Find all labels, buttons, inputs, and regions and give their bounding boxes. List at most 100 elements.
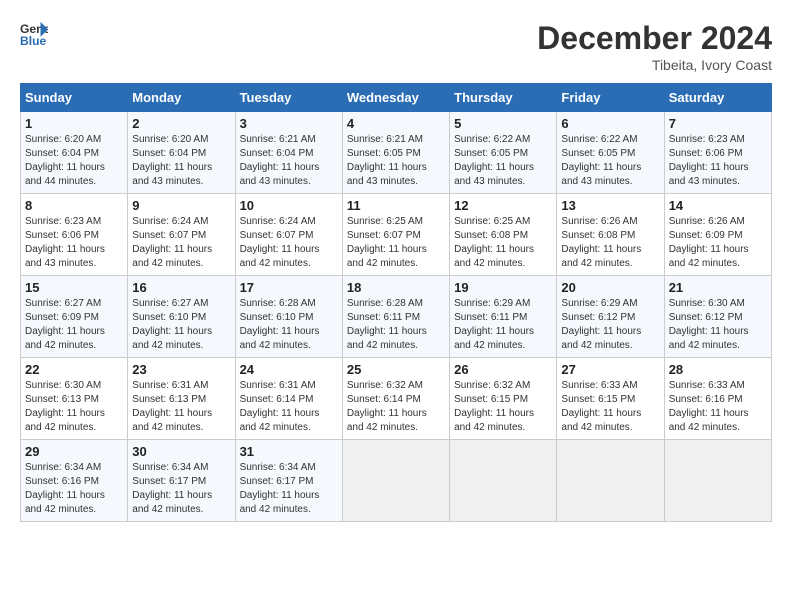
day-number: 12 [454,198,552,213]
calendar-header-cell: Tuesday [235,84,342,112]
day-number: 15 [25,280,123,295]
calendar-day-cell: 25 Sunrise: 6:32 AM Sunset: 6:14 PM Dayli… [342,358,449,440]
day-info: Sunrise: 6:34 AM Sunset: 6:17 PM Dayligh… [240,461,338,517]
day-number: 13 [561,198,659,213]
day-number: 7 [669,116,767,131]
calendar-day-cell [557,440,664,522]
calendar-day-cell: 27 Sunrise: 6:33 AM Sunset: 6:15 PM Dayli… [557,358,664,440]
day-info: Sunrise: 6:24 AM Sunset: 6:07 PM Dayligh… [240,215,338,271]
day-info: Sunrise: 6:31 AM Sunset: 6:13 PM Dayligh… [132,379,230,435]
calendar-day-cell: 13 Sunrise: 6:26 AM Sunset: 6:08 PM Dayli… [557,194,664,276]
day-info: Sunrise: 6:34 AM Sunset: 6:17 PM Dayligh… [132,461,230,517]
calendar-day-cell: 19Sunrise: 6:29 AM Sunset: 6:11 PM Dayli… [450,276,557,358]
calendar-week-row: 29Sunrise: 6:34 AM Sunset: 6:16 PM Dayli… [21,440,772,522]
day-info: Sunrise: 6:32 AM Sunset: 6:15 PM Dayligh… [454,379,552,435]
calendar-day-cell: 18Sunrise: 6:28 AM Sunset: 6:11 PM Dayli… [342,276,449,358]
calendar-day-cell: 15 Sunrise: 6:27 AM Sunset: 6:09 PM Dayli… [21,276,128,358]
day-info: Sunrise: 6:32 AM Sunset: 6:14 PM Dayligh… [347,379,445,435]
calendar-header-cell: Sunday [21,84,128,112]
calendar-day-cell: 5 Sunrise: 6:22 AM Sunset: 6:05 PM Daylig… [450,112,557,194]
calendar-day-cell: 24 Sunrise: 6:31 AM Sunset: 6:14 PM Dayli… [235,358,342,440]
day-number: 27 [561,362,659,377]
calendar-header-cell: Saturday [664,84,771,112]
day-info: Sunrise: 6:22 AM Sunset: 6:05 PM Dayligh… [454,133,552,189]
day-info: Sunrise: 6:20 AM Sunset: 6:04 PM Dayligh… [132,133,230,189]
calendar-day-cell: 7Sunrise: 6:23 AM Sunset: 6:06 PM Daylig… [664,112,771,194]
calendar-day-cell [450,440,557,522]
day-info: Sunrise: 6:22 AM Sunset: 6:05 PM Dayligh… [561,133,659,189]
day-info: Sunrise: 6:23 AM Sunset: 6:06 PM Dayligh… [25,215,123,271]
calendar-day-cell [342,440,449,522]
calendar-day-cell: 1 Sunrise: 6:20 AM Sunset: 6:04 PM Daylig… [21,112,128,194]
calendar-day-cell: 23 Sunrise: 6:31 AM Sunset: 6:13 PM Dayli… [128,358,235,440]
calendar-day-cell: 16 Sunrise: 6:27 AM Sunset: 6:10 PM Dayli… [128,276,235,358]
page-header: General Blue December 2024 Tibeita, Ivor… [20,20,772,73]
location-subtitle: Tibeita, Ivory Coast [537,57,772,73]
day-number: 5 [454,116,552,131]
day-info: Sunrise: 6:30 AM Sunset: 6:13 PM Dayligh… [25,379,123,435]
logo: General Blue [20,20,48,48]
calendar-day-cell [664,440,771,522]
calendar-day-cell: 3Sunrise: 6:21 AM Sunset: 6:04 PM Daylig… [235,112,342,194]
day-info: Sunrise: 6:27 AM Sunset: 6:09 PM Dayligh… [25,297,123,353]
calendar-day-cell: 20Sunrise: 6:29 AM Sunset: 6:12 PM Dayli… [557,276,664,358]
day-number: 17 [240,280,338,295]
calendar-day-cell: 17 Sunrise: 6:28 AM Sunset: 6:10 PM Dayli… [235,276,342,358]
calendar-header-cell: Friday [557,84,664,112]
calendar-week-row: 15 Sunrise: 6:27 AM Sunset: 6:09 PM Dayli… [21,276,772,358]
calendar-day-cell: 9 Sunrise: 6:24 AM Sunset: 6:07 PM Daylig… [128,194,235,276]
day-number: 29 [25,444,123,459]
day-number: 1 [25,116,123,131]
day-number: 16 [132,280,230,295]
calendar-body: 1 Sunrise: 6:20 AM Sunset: 6:04 PM Daylig… [21,112,772,522]
day-info: Sunrise: 6:27 AM Sunset: 6:10 PM Dayligh… [132,297,230,353]
calendar-header-cell: Monday [128,84,235,112]
calendar-header-cell: Thursday [450,84,557,112]
day-number: 19 [454,280,552,295]
day-info: Sunrise: 6:28 AM Sunset: 6:11 PM Dayligh… [347,297,445,353]
calendar-day-cell: 22Sunrise: 6:30 AM Sunset: 6:13 PM Dayli… [21,358,128,440]
month-year-title: December 2024 [537,20,772,57]
day-info: Sunrise: 6:31 AM Sunset: 6:14 PM Dayligh… [240,379,338,435]
day-number: 23 [132,362,230,377]
day-number: 9 [132,198,230,213]
day-info: Sunrise: 6:25 AM Sunset: 6:07 PM Dayligh… [347,215,445,271]
day-info: Sunrise: 6:24 AM Sunset: 6:07 PM Dayligh… [132,215,230,271]
calendar-header-row: SundayMondayTuesdayWednesdayThursdayFrid… [21,84,772,112]
day-number: 11 [347,198,445,213]
calendar-day-cell: 14Sunrise: 6:26 AM Sunset: 6:09 PM Dayli… [664,194,771,276]
day-number: 31 [240,444,338,459]
svg-text:Blue: Blue [20,34,47,48]
day-number: 26 [454,362,552,377]
calendar-day-cell: 30Sunrise: 6:34 AM Sunset: 6:17 PM Dayli… [128,440,235,522]
calendar-header-cell: Wednesday [342,84,449,112]
day-number: 21 [669,280,767,295]
calendar-day-cell: 31 Sunrise: 6:34 AM Sunset: 6:17 PM Dayli… [235,440,342,522]
calendar-day-cell: 8Sunrise: 6:23 AM Sunset: 6:06 PM Daylig… [21,194,128,276]
calendar-day-cell: 11 Sunrise: 6:25 AM Sunset: 6:07 PM Dayli… [342,194,449,276]
logo-icon: General Blue [20,20,48,48]
calendar-day-cell: 21Sunrise: 6:30 AM Sunset: 6:12 PM Dayli… [664,276,771,358]
day-info: Sunrise: 6:33 AM Sunset: 6:16 PM Dayligh… [669,379,767,435]
day-info: Sunrise: 6:26 AM Sunset: 6:08 PM Dayligh… [561,215,659,271]
day-number: 25 [347,362,445,377]
day-number: 20 [561,280,659,295]
calendar-day-cell: 12 Sunrise: 6:25 AM Sunset: 6:08 PM Dayli… [450,194,557,276]
day-info: Sunrise: 6:20 AM Sunset: 6:04 PM Dayligh… [25,133,123,189]
calendar-day-cell: 29Sunrise: 6:34 AM Sunset: 6:16 PM Dayli… [21,440,128,522]
day-number: 4 [347,116,445,131]
day-info: Sunrise: 6:33 AM Sunset: 6:15 PM Dayligh… [561,379,659,435]
calendar-week-row: 22Sunrise: 6:30 AM Sunset: 6:13 PM Dayli… [21,358,772,440]
day-number: 6 [561,116,659,131]
calendar-table: SundayMondayTuesdayWednesdayThursdayFrid… [20,83,772,522]
calendar-day-cell: 4 Sunrise: 6:21 AM Sunset: 6:05 PM Daylig… [342,112,449,194]
day-info: Sunrise: 6:25 AM Sunset: 6:08 PM Dayligh… [454,215,552,271]
calendar-day-cell: 28 Sunrise: 6:33 AM Sunset: 6:16 PM Dayli… [664,358,771,440]
day-number: 10 [240,198,338,213]
day-number: 24 [240,362,338,377]
calendar-day-cell: 6 Sunrise: 6:22 AM Sunset: 6:05 PM Daylig… [557,112,664,194]
day-number: 28 [669,362,767,377]
day-info: Sunrise: 6:21 AM Sunset: 6:05 PM Dayligh… [347,133,445,189]
day-info: Sunrise: 6:28 AM Sunset: 6:10 PM Dayligh… [240,297,338,353]
calendar-day-cell: 10 Sunrise: 6:24 AM Sunset: 6:07 PM Dayli… [235,194,342,276]
